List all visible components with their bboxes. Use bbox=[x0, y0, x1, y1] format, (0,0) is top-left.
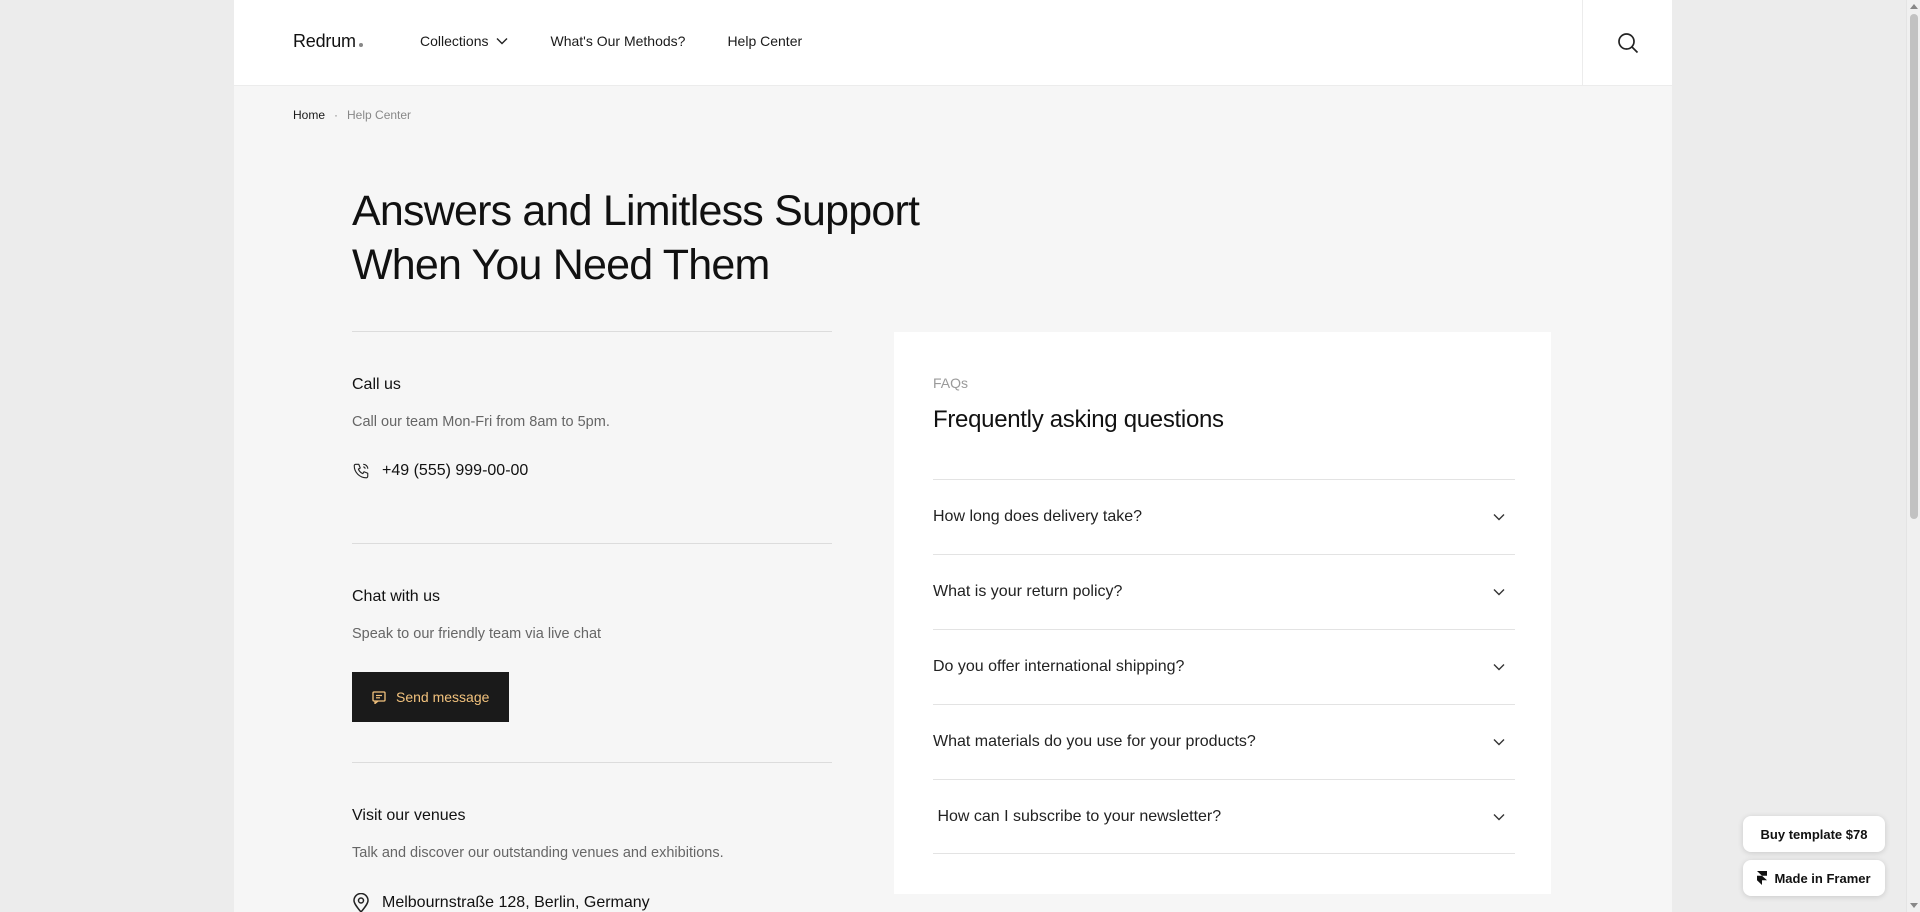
scroll-up-arrow-icon[interactable] bbox=[1910, 4, 1918, 9]
faq-question: What materials do you use for your produ… bbox=[933, 733, 1256, 750]
chevron-down-icon bbox=[1493, 589, 1505, 596]
chevron-down-icon bbox=[496, 38, 508, 45]
phone-icon bbox=[353, 463, 369, 479]
faq-item[interactable]: What materials do you use for your produ… bbox=[933, 704, 1515, 779]
faq-item[interactable]: How can I subscribe to your newsletter? bbox=[933, 779, 1515, 854]
faq-item[interactable]: What is your return policy? bbox=[933, 554, 1515, 629]
breadcrumb-current: Help Center bbox=[347, 108, 412, 122]
page-title: Answers and Limitless Support When You N… bbox=[352, 184, 972, 292]
scrollbar-thumb[interactable] bbox=[1910, 14, 1918, 519]
call-heading: Call us bbox=[352, 376, 401, 393]
nav-item-methods[interactable]: What's Our Methods? bbox=[550, 33, 685, 49]
address-link[interactable]: Melbournstraße 128, Berlin, Germany bbox=[352, 893, 832, 912]
call-section: Call us Call our team Mon-Fri from 8am t… bbox=[352, 331, 832, 543]
chat-description: Speak to our friendly team via live chat bbox=[352, 626, 602, 642]
send-message-label: Send message bbox=[396, 689, 490, 705]
visit-heading: Visit our venues bbox=[352, 807, 466, 824]
call-description: Call our team Mon-Fri from 8am to 5pm. bbox=[352, 414, 610, 430]
faq-eyebrow: FAQs bbox=[933, 375, 969, 391]
faq-title: Frequently asking questions bbox=[933, 406, 1224, 433]
faq-item[interactable]: Do you offer international shipping? bbox=[933, 629, 1515, 704]
logo-text: Redrum bbox=[293, 31, 356, 51]
page-title-line-1: Answers and Limitless Support bbox=[352, 187, 920, 235]
nav-item-collections[interactable]: Collections bbox=[420, 33, 508, 49]
chevron-down-icon bbox=[1493, 514, 1505, 521]
chevron-down-icon bbox=[1493, 739, 1505, 746]
send-message-button[interactable]: Send message bbox=[352, 672, 510, 722]
visit-description: Talk and discover our outstanding venues… bbox=[352, 845, 724, 861]
contact-column: Call us Call our team Mon-Fri from 8am t… bbox=[352, 331, 832, 912]
faq-card: FAQs Frequently asking questions How lon… bbox=[894, 332, 1551, 894]
faq-question: How can I subscribe to your newsletter? bbox=[933, 807, 1222, 825]
chevron-down-icon bbox=[1493, 813, 1505, 820]
site-header: Redrum Collections What's Our Methods? H… bbox=[234, 0, 1672, 86]
made-in-framer-button[interactable]: Made in Framer bbox=[1743, 860, 1885, 896]
nav-item-help-center[interactable]: Help Center bbox=[727, 33, 802, 49]
breadcrumb: Home · Help Center bbox=[293, 108, 411, 122]
search-button[interactable] bbox=[1582, 0, 1672, 86]
message-icon bbox=[372, 690, 386, 704]
main-nav: Collections What's Our Methods? Help Cen… bbox=[420, 33, 844, 49]
faq-list: How long does delivery take? What is you… bbox=[933, 479, 1515, 854]
buy-template-button[interactable]: Buy template $78 bbox=[1743, 816, 1885, 852]
logo-dot bbox=[358, 43, 363, 47]
nav-item-label: Collections bbox=[420, 33, 489, 49]
logo[interactable]: Redrum bbox=[293, 31, 363, 52]
breadcrumb-home[interactable]: Home bbox=[293, 108, 325, 122]
chevron-down-icon bbox=[1493, 664, 1505, 671]
scrollbar[interactable] bbox=[1906, 0, 1920, 912]
faq-question: Do you offer international shipping? bbox=[933, 658, 1185, 675]
faq-question: How long does delivery take? bbox=[933, 508, 1143, 525]
chat-heading: Chat with us bbox=[352, 588, 441, 605]
page: Redrum Collections What's Our Methods? H… bbox=[234, 0, 1672, 912]
visit-section: Visit our venues Talk and discover our o… bbox=[352, 762, 832, 912]
nav-item-label: What's Our Methods? bbox=[550, 33, 686, 49]
phone-number: +49 (555) 999-00-00 bbox=[382, 462, 529, 479]
breadcrumb-separator: · bbox=[334, 108, 339, 122]
scroll-down-arrow-icon[interactable] bbox=[1910, 903, 1918, 908]
location-pin-icon bbox=[353, 893, 369, 912]
phone-link[interactable]: +49 (555) 999-00-00 bbox=[352, 462, 832, 480]
nav-item-label: Help Center bbox=[727, 33, 803, 49]
buy-template-label: Buy template $78 bbox=[1760, 826, 1868, 842]
framer-logo-icon bbox=[1757, 871, 1768, 885]
faq-question: What is your return policy? bbox=[933, 583, 1123, 600]
faq-item[interactable]: How long does delivery take? bbox=[933, 479, 1515, 554]
page-title-line-2: When You Need Them bbox=[352, 241, 770, 289]
made-in-framer-label: Made in Framer bbox=[1774, 870, 1871, 886]
search-icon bbox=[1617, 33, 1638, 54]
chat-section: Chat with us Speak to our friendly team … bbox=[352, 543, 832, 762]
address-text: Melbournstraße 128, Berlin, Germany bbox=[382, 894, 650, 911]
